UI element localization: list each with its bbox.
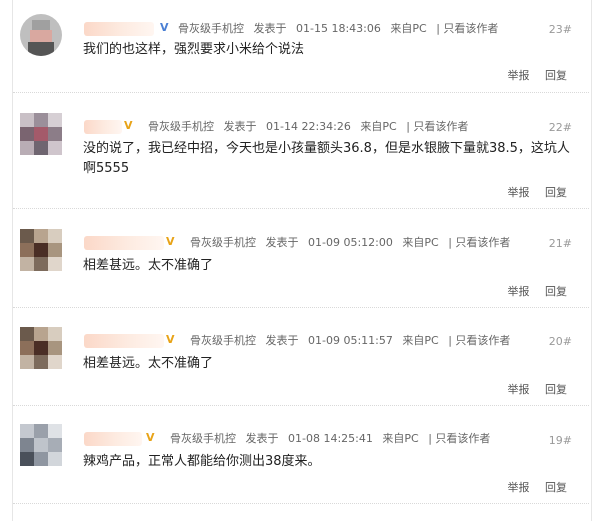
- post-content: 辣鸡产品，正常人都能给你测出38度来。: [83, 454, 321, 469]
- user-level: 骨灰级手机控: [190, 236, 256, 249]
- post-source: 来自PC: [402, 236, 439, 249]
- username[interactable]: [84, 22, 154, 36]
- reply-button[interactable]: 回复: [545, 186, 567, 199]
- post-divider: [13, 405, 589, 406]
- floor-number: 22#: [548, 121, 572, 134]
- posted-label: 发表于: [265, 334, 299, 347]
- post-actions: 举报 回复: [496, 381, 568, 397]
- post-meta: 骨灰级手机控 发表于 01-08 14:25:41 来自PC | 只看该作者: [170, 432, 496, 446]
- reply-button[interactable]: 回复: [545, 285, 567, 298]
- user-level: 骨灰级手机控: [148, 120, 214, 133]
- posted-label: 发表于: [245, 432, 279, 445]
- post-meta: 骨灰级手机控 发表于 01-09 05:12:00 来自PC | 只看该作者: [190, 236, 516, 250]
- post-time: 01-14 22:34:26: [266, 120, 351, 133]
- post-divider: [13, 208, 589, 209]
- user-level: 骨灰级手机控: [178, 22, 244, 35]
- user-avatar[interactable]: [20, 14, 62, 56]
- post-actions: 举报 回复: [496, 67, 568, 83]
- report-button[interactable]: 举报: [508, 69, 530, 82]
- post-actions: 举报 回复: [496, 283, 568, 299]
- user-avatar[interactable]: [20, 327, 62, 369]
- post-time: 01-15 18:43:06: [296, 22, 381, 35]
- floor-number: 23#: [548, 23, 572, 36]
- post-divider: [13, 503, 589, 504]
- user-avatar[interactable]: [20, 424, 62, 466]
- report-button[interactable]: 举报: [508, 481, 530, 494]
- post-actions: 举报 回复: [496, 184, 568, 200]
- floor-number: 19#: [548, 434, 572, 447]
- posted-label: 发表于: [253, 22, 287, 35]
- post-time: 01-09 05:12:00: [308, 236, 393, 249]
- post-content: 相差甚远。太不准确了: [83, 356, 214, 371]
- post-content: 没的说了，我已经中招，今天也是小孩量额头36.8，但是水银腋下量就38.5，这坑…: [83, 141, 570, 176]
- posted-label: 发表于: [265, 236, 299, 249]
- username[interactable]: [84, 120, 122, 134]
- reply-button[interactable]: 回复: [545, 69, 567, 82]
- reply-button[interactable]: 回复: [545, 383, 567, 396]
- only-author-link[interactable]: | 只看该作者: [436, 22, 498, 35]
- post-actions: 举报 回复: [496, 479, 568, 495]
- username[interactable]: [84, 334, 164, 348]
- vip-badge-icon: V: [166, 333, 175, 346]
- floor-number: 21#: [548, 237, 572, 250]
- user-level: 骨灰级手机控: [170, 432, 236, 445]
- post-content: 相差甚远。太不准确了: [83, 258, 214, 273]
- username[interactable]: [84, 432, 142, 446]
- only-author-link[interactable]: | 只看该作者: [428, 432, 490, 445]
- posted-label: 发表于: [223, 120, 257, 133]
- post-source: 来自PC: [382, 432, 419, 445]
- post-meta: 骨灰级手机控 发表于 01-09 05:11:57 来自PC | 只看该作者: [190, 334, 516, 348]
- post-source: 来自PC: [402, 334, 439, 347]
- post-time: 01-09 05:11:57: [308, 334, 393, 347]
- vip-badge-icon: V: [146, 431, 155, 444]
- post-meta: 骨灰级手机控 发表于 01-14 22:34:26 来自PC | 只看该作者: [148, 120, 474, 134]
- post-divider: [13, 307, 589, 308]
- username[interactable]: [84, 236, 164, 250]
- post-divider: [13, 92, 589, 93]
- post-content: 我们的也这样，强烈要求小米给个说法: [83, 42, 305, 57]
- post-source: 来自PC: [390, 22, 427, 35]
- post-source: 来自PC: [360, 120, 397, 133]
- report-button[interactable]: 举报: [508, 383, 530, 396]
- floor-number: 20#: [548, 335, 572, 348]
- only-author-link[interactable]: | 只看该作者: [448, 236, 510, 249]
- user-level: 骨灰级手机控: [190, 334, 256, 347]
- post-meta: 骨灰级手机控 发表于 01-15 18:43:06 来自PC | 只看该作者: [178, 22, 504, 36]
- user-avatar[interactable]: [20, 229, 62, 271]
- post-time: 01-08 14:25:41: [288, 432, 373, 445]
- reply-button[interactable]: 回复: [545, 481, 567, 494]
- vip-badge-icon: V: [166, 235, 175, 248]
- report-button[interactable]: 举报: [508, 186, 530, 199]
- vip-badge-icon: V: [124, 119, 133, 132]
- only-author-link[interactable]: | 只看该作者: [448, 334, 510, 347]
- only-author-link[interactable]: | 只看该作者: [406, 120, 468, 133]
- vip-badge-icon: V: [160, 21, 169, 34]
- user-avatar[interactable]: [20, 113, 62, 155]
- report-button[interactable]: 举报: [508, 285, 530, 298]
